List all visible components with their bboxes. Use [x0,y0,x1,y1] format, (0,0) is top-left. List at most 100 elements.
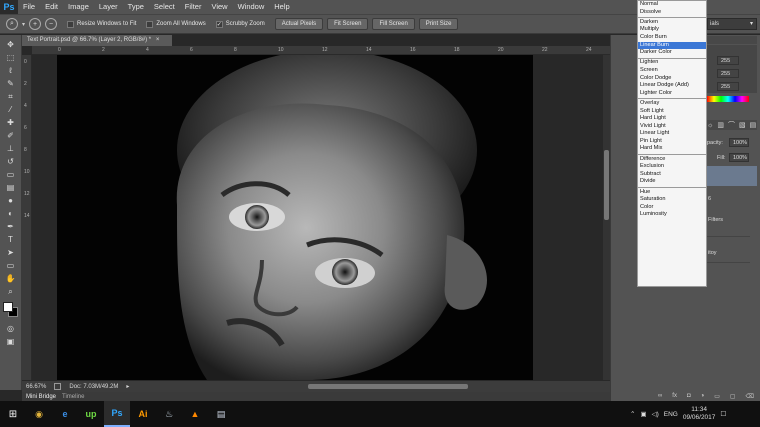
blend-mode-dropdown[interactable]: Normal Dissolve Darken Multiply Color Burn Li… [637,0,707,287]
blend-mode-overlay[interactable]: Overlay [638,100,706,108]
brightness-icon[interactable]: ☼ [707,122,713,129]
blend-mode-color[interactable]: Color [638,204,706,212]
blend-mode-multiply[interactable]: Multiply [638,26,706,34]
blend-mode-darker-color[interactable]: Darker Color [638,49,706,57]
blend-mode-luminosity[interactable]: Luminosity [638,211,706,219]
tab-timeline[interactable]: Timeline [62,394,84,400]
notification-icon[interactable]: ☐ [720,410,726,418]
color-b-value[interactable]: 255 [717,82,739,91]
color-swatches[interactable] [2,302,19,318]
history-brush-tool-icon[interactable]: ↺ [4,156,18,167]
quick-mask-icon[interactable]: ◎ [4,323,18,334]
trash-icon[interactable]: ⌫ [746,393,754,401]
print-size-button[interactable]: Print Size [418,18,459,30]
path-selection-tool-icon[interactable]: ➤ [4,247,18,258]
gradient-tool-icon[interactable]: ▤ [4,182,18,193]
curves-icon[interactable]: ⌒ [728,120,735,130]
vertical-ruler[interactable]: 0 2 4 6 8 10 12 14 [22,55,32,380]
move-tool-icon[interactable]: ✥ [4,39,18,50]
marquee-tool-icon[interactable]: ⬚ [4,52,18,63]
blend-mode-lighter-color[interactable]: Lighter Color [638,90,706,98]
dropdown-arrow-icon[interactable]: ▾ [22,21,25,28]
blend-mode-difference[interactable]: Difference [638,156,706,164]
blend-mode-linear-light[interactable]: Linear Light [638,130,706,138]
document-canvas[interactable] [57,55,533,380]
edge-icon[interactable]: e [52,401,78,427]
zoom-in-icon[interactable]: + [29,18,42,30]
levels-icon[interactable]: ▥ [717,121,724,129]
selected-layer-row[interactable] [707,166,757,186]
blend-mode-divide[interactable]: Divide [638,178,706,186]
windows-start-icon[interactable]: ⊞ [0,401,26,427]
color-spectrum-bar[interactable] [707,96,749,102]
checkbox-box[interactable]: ✓ [215,20,223,28]
menu-filter[interactable]: Filter [180,0,207,14]
brush-tool-icon[interactable]: ✐ [4,130,18,141]
fx-icon[interactable]: fx [672,393,677,401]
menu-edit[interactable]: Edit [40,0,63,14]
pen-tool-icon[interactable]: ✒ [4,221,18,232]
blend-mode-lighten[interactable]: Lighten [638,59,706,67]
clock[interactable]: 11:34 09/06/2017 [683,406,716,422]
blend-mode-linear-dodge-add[interactable]: Linear Dodge (Add) [638,82,706,90]
chevron-right-icon[interactable]: ▸ [126,383,129,390]
exposure-icon[interactable]: ▧ [739,121,746,129]
blend-mode-hard-light[interactable]: Hard Light [638,115,706,123]
blend-mode-darken[interactable]: Darken [638,19,706,27]
blend-mode-color-dodge[interactable]: Color Dodge [638,75,706,83]
quick-select-tool-icon[interactable]: ✎ [4,78,18,89]
zoom-out-icon[interactable]: − [45,18,58,30]
menu-layer[interactable]: Layer [94,0,123,14]
document-tab[interactable]: Text Portrait.psd @ 66.7% (Layer 2, RGB/… [22,35,172,46]
steam-icon[interactable]: ♨ [156,401,182,427]
zoom-all-windows-checkbox[interactable]: Zoom All Windows [146,20,206,28]
color-g-value[interactable]: 255 [717,69,739,78]
menu-window[interactable]: Window [233,0,270,14]
shape-tool-icon[interactable]: ▭ [4,260,18,271]
blend-mode-dissolve[interactable]: Dissolve [638,9,706,17]
new-layer-icon[interactable]: ▢ [730,393,736,401]
gradient-icon[interactable]: ▤ [750,121,757,129]
blend-mode-normal[interactable]: Normal [638,1,706,9]
actual-pixels-button[interactable]: Actual Pixels [274,18,324,30]
blend-mode-saturation[interactable]: Saturation [638,196,706,204]
hand-tool-icon[interactable]: ✋ [4,273,18,284]
blend-mode-hard-mix[interactable]: Hard Mix [638,145,706,153]
eraser-tool-icon[interactable]: ▭ [4,169,18,180]
blend-mode-subtract[interactable]: Subtract [638,171,706,179]
menu-help[interactable]: Help [269,0,294,14]
photoshop-icon[interactable]: Ps [104,401,130,427]
workspace-switcher[interactable]: ials ▾ [707,18,757,30]
volume-icon[interactable]: ◁) [652,410,659,418]
type-tool-icon[interactable]: T [4,234,18,245]
horizontal-scrollbar-thumb[interactable] [308,384,468,389]
notes-icon[interactable]: ▤ [208,401,234,427]
clone-stamp-tool-icon[interactable]: ⊥ [4,143,18,154]
eyedropper-tool-icon[interactable]: ⁄ [4,104,18,115]
link-icon[interactable]: ∞ [658,393,662,401]
checkbox-box[interactable] [146,20,154,28]
blend-mode-vivid-light[interactable]: Vivid Light [638,123,706,131]
zoom-level[interactable]: 66.67% [26,384,46,390]
blend-mode-hue[interactable]: Hue [638,189,706,197]
horizontal-ruler[interactable]: 0 2 4 6 8 10 12 14 16 18 20 22 24 [32,46,610,55]
export-icon[interactable] [54,383,62,390]
vertical-scrollbar-thumb[interactable] [604,150,609,220]
zoom-tool-icon[interactable]: ⌕ [4,286,18,297]
vlc-icon[interactable]: ▲ [182,401,208,427]
fit-screen-button[interactable]: Fit Screen [327,18,369,30]
close-icon[interactable]: × [156,37,160,43]
lasso-tool-icon[interactable]: ℓ [4,65,18,76]
menu-image[interactable]: Image [63,0,94,14]
blend-mode-exclusion[interactable]: Exclusion [638,163,706,171]
blend-mode-pin-light[interactable]: Pin Light [638,138,706,146]
folder-icon[interactable]: ▭ [714,393,720,401]
blend-mode-color-burn[interactable]: Color Burn [638,34,706,42]
scrubby-zoom-checkbox[interactable]: ✓ Scrubby Zoom [215,20,265,28]
tab-mini-bridge[interactable]: Mini Bridge [26,394,56,400]
menu-view[interactable]: View [206,0,232,14]
blend-mode-linear-burn[interactable]: Linear Burn [638,41,706,50]
chrome-icon[interactable]: ◉ [26,401,52,427]
fill-value[interactable]: 100% [729,153,749,162]
chevron-up-icon[interactable]: ⌃ [630,410,635,418]
